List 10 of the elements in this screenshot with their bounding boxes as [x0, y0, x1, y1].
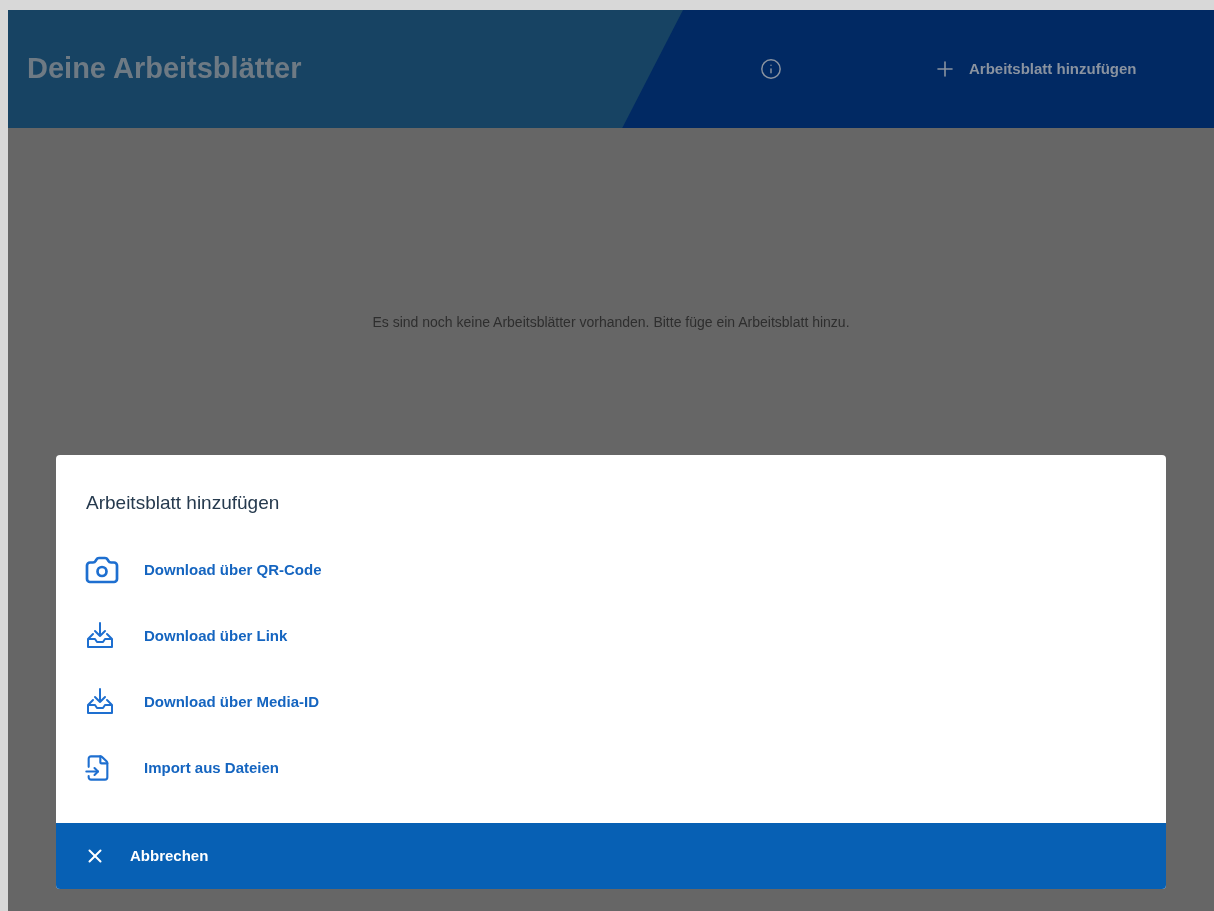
info-icon[interactable]: [760, 58, 782, 80]
option-item[interactable]: Import aus Dateien: [56, 735, 1166, 801]
add-worksheet-button[interactable]: Arbeitsblatt hinzufügen: [933, 57, 1137, 81]
option-item[interactable]: Download über Media-ID: [56, 669, 1166, 735]
option-item[interactable]: Download über QR-Code: [56, 537, 1166, 603]
dialog-title: Arbeitsblatt hinzufügen: [86, 490, 281, 515]
page-title: Deine Arbeitsblätter: [27, 51, 303, 87]
empty-message: Es sind noch keine Arbeitsblätter vorhanden. Bitte füge ein Arbeitsblatt hinzu.: [371, 313, 851, 332]
option-item[interactable]: Download über Link: [56, 603, 1166, 669]
cancel-button[interactable]: Abbrechen: [56, 823, 1166, 889]
